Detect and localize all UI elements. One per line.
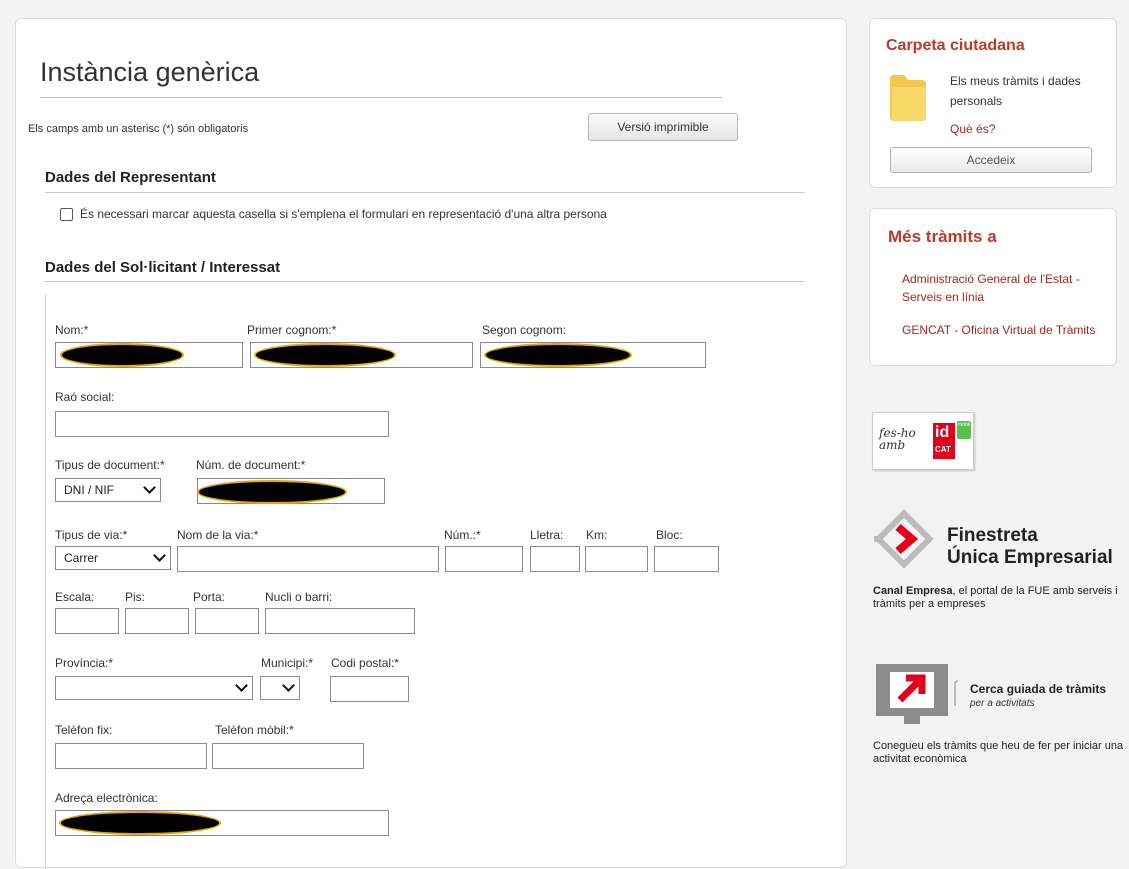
pis-input[interactable] <box>125 608 189 634</box>
carpeta-description: Els meus tràmits i dades personals <box>950 74 1081 108</box>
chevron-down-icon <box>153 549 166 562</box>
fue-banner[interactable]: Finestreta Única Empresarial <box>872 505 1124 585</box>
redaction-mark <box>197 480 347 504</box>
porta-label: Porta: <box>193 590 226 604</box>
redaction-mark <box>59 811 221 835</box>
telefon-fix-label: Telèfon fix: <box>55 723 113 737</box>
age-serveis-link[interactable]: Administració General de l'Estat - Serve… <box>902 270 1110 306</box>
nom-via-input[interactable] <box>177 546 439 572</box>
rao-social-input[interactable] <box>55 411 389 437</box>
bracket-decoration <box>954 680 958 706</box>
redaction-mark <box>484 343 632 367</box>
que-es-link[interactable]: Què és? <box>950 120 995 138</box>
mobil-bubble-icon: mòbil <box>957 421 971 439</box>
gencat-ovt-link[interactable]: GENCAT - Oficina Virtual de Tràmits <box>902 321 1110 339</box>
idcat-mobil-text: mòbil <box>958 422 970 428</box>
km-input[interactable] <box>585 546 648 572</box>
cerca-title: Cerca guiada de tràmits <box>970 682 1107 696</box>
telefon-mobil-input[interactable] <box>212 743 364 769</box>
escala-input[interactable] <box>55 608 119 634</box>
codi-postal-input[interactable] <box>330 676 409 702</box>
tipus-via-select[interactable]: Carrer <box>55 546 171 570</box>
cerca-description: Conegueu els tràmits que heu de fer per … <box>873 740 1124 765</box>
section-divider <box>45 281 805 282</box>
nom-via-label: Nom de la via:* <box>177 528 259 542</box>
km-label: Km: <box>586 528 608 542</box>
applicant-section-title: Dades del Sol·licitant / Interessat <box>45 259 281 276</box>
tipus-via-label: Tipus de via:* <box>55 528 128 542</box>
chevron-down-icon <box>282 679 295 692</box>
idcat-cat-text: CAT <box>935 445 951 454</box>
nucli-label: Nucli o barri: <box>265 590 333 604</box>
tipus-document-label: Tipus de document:* <box>55 458 165 472</box>
num-document-label: Núm. de document:* <box>196 458 306 472</box>
fue-description: Canal Empresa, el portal de la FUE amb s… <box>873 585 1123 611</box>
lletra-label: Lletra: <box>530 528 564 542</box>
representative-checkbox-row[interactable]: És necessari marcar aquesta casella si s… <box>60 207 607 221</box>
num-label: Núm.:* <box>444 528 481 542</box>
representative-section-title: Dades del Representant <box>45 169 216 186</box>
redaction-mark <box>254 343 396 367</box>
idcat-fes-ho-text: fes-ho amb <box>879 426 916 452</box>
section-divider <box>45 192 805 193</box>
chevron-down-icon <box>143 481 156 494</box>
tipus-document-value: DNI / NIF <box>64 483 114 497</box>
idcat-logo: id CAT <box>933 423 955 459</box>
primer-cognom-label: Primer cognom:* <box>247 323 337 337</box>
fieldset-border <box>45 294 46 869</box>
provincia-label: Província:* <box>55 656 114 670</box>
tipus-via-value: Carrer <box>64 551 99 565</box>
telefon-fix-input[interactable] <box>55 743 207 769</box>
pis-label: Pis: <box>125 590 146 604</box>
accedeix-button[interactable]: Accedeix <box>890 147 1092 173</box>
monitor-arrow-icon <box>876 664 948 724</box>
porta-input[interactable] <box>195 608 259 634</box>
bloc-input[interactable] <box>654 546 719 572</box>
title-divider <box>40 97 722 98</box>
provincia-select[interactable] <box>55 676 253 700</box>
page-title: Instància genèrica <box>40 57 260 87</box>
num-input[interactable] <box>445 546 523 572</box>
municipi-label: Municipi:* <box>261 656 314 670</box>
fue-title-1: Finestreta <box>947 525 1038 546</box>
fue-logo-icon <box>874 509 934 569</box>
tipus-document-select[interactable]: DNI / NIF <box>55 478 161 502</box>
bloc-label: Bloc: <box>656 528 683 542</box>
lletra-input[interactable] <box>530 546 580 572</box>
adreca-label: Adreça electrònica: <box>55 791 158 805</box>
mes-tramits-title: Més tràmits a <box>888 227 997 246</box>
nom-label: Nom:* <box>55 323 89 337</box>
segon-cognom-label: Segon cognom: <box>482 323 567 337</box>
municipi-select[interactable] <box>260 676 300 700</box>
mes-tramits-box: Més tràmits a Administració General de l… <box>869 208 1117 366</box>
cerca-subtitle: per a activitats <box>970 698 1035 709</box>
telefon-mobil-label: Telèfon mòbil:* <box>215 723 294 737</box>
chevron-down-icon <box>235 679 248 692</box>
cerca-guiada-banner[interactable]: Cerca guiada de tràmits per a activitats <box>872 662 1126 734</box>
idcat-mobil-banner[interactable]: fes-ho amb id CAT mòbil <box>872 412 974 470</box>
representative-checkbox[interactable] <box>60 207 73 221</box>
nucli-input[interactable] <box>265 608 415 634</box>
codi-postal-label: Codi postal:* <box>331 656 400 670</box>
escala-label: Escala: <box>55 590 95 604</box>
representative-checkbox-label: És necessari marcar aquesta casella si s… <box>80 207 607 221</box>
rao-social-label: Raó social: <box>55 390 115 404</box>
carpeta-title: Carpeta ciutadana <box>886 37 1025 54</box>
fue-title-2: Única Empresarial <box>947 547 1113 568</box>
fue-description-bold: Canal Empresa <box>873 585 953 597</box>
carpeta-ciutadana-box: Carpeta ciutadana Els meus tràmits i dad… <box>869 18 1117 188</box>
folder-icon <box>890 75 926 121</box>
required-note: Els camps amb un asterisc (*) són obliga… <box>28 123 249 135</box>
redaction-mark <box>60 343 184 367</box>
print-version-button[interactable]: Versió imprimible <box>588 113 738 141</box>
idcat-id-text: id <box>935 424 950 441</box>
form-panel: Instància genèrica Els camps amb un aste… <box>15 18 847 869</box>
